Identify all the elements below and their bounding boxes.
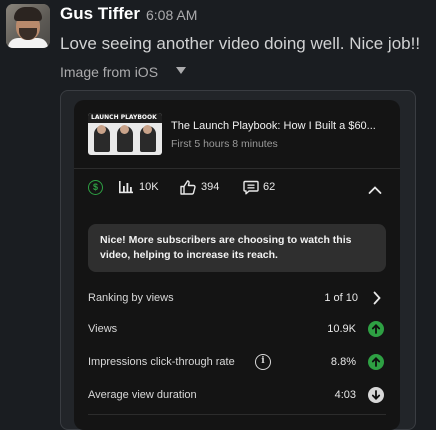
- performance-notice: Nice! More subscribers are choosing to w…: [88, 224, 386, 272]
- arrow-up-icon: [368, 321, 384, 337]
- attachment-label[interactable]: Image from iOS: [60, 64, 158, 80]
- chevron-right-icon[interactable]: [372, 291, 382, 310]
- avatar[interactable]: [6, 4, 50, 48]
- username[interactable]: Gus Tiffer: [60, 4, 140, 24]
- metric-row-duration: Average view duration 4:03: [88, 387, 386, 407]
- metric-label: Average view duration: [88, 389, 197, 401]
- arrow-down-icon: [368, 387, 384, 403]
- likes-count: 394: [201, 181, 220, 193]
- divider: [74, 168, 400, 169]
- metric-value: 8.8%: [330, 356, 356, 368]
- metric-value: 10.9K: [327, 323, 356, 335]
- chevron-up-icon[interactable]: [368, 182, 382, 200]
- metric-label: Impressions click-through rate: [88, 356, 235, 368]
- comments-count: 62: [263, 181, 276, 193]
- divider: [88, 414, 386, 415]
- message-item: Gus Tiffer 6:08 AM Love seeing another v…: [0, 0, 436, 430]
- stats-row: $ 10K 394 62: [88, 178, 388, 198]
- video-subtitle: First 5 hours 8 minutes: [171, 138, 278, 150]
- metric-value: 1 of 10: [324, 292, 358, 304]
- notice-text: Nice! More subscribers are choosing to w…: [100, 234, 352, 261]
- views-count: 10K: [139, 181, 159, 193]
- video-title: The Launch Playbook: How I Built a $60..…: [171, 120, 376, 132]
- caret-down-icon[interactable]: [176, 67, 186, 74]
- metric-row-ranking[interactable]: Ranking by views 1 of 10: [88, 290, 386, 310]
- thumbs-up-icon: [180, 180, 196, 200]
- metric-row-views: Views 10.9K: [88, 321, 386, 341]
- dollar-icon: $: [88, 180, 103, 195]
- comment-icon: [243, 180, 259, 200]
- timestamp[interactable]: 6:08 AM: [146, 7, 197, 23]
- metric-row-ctr: Impressions click-through rate i 8.8%: [88, 354, 386, 374]
- metric-label: Views: [88, 323, 118, 335]
- video-thumbnail: LAUNCH PLAYBOOK: [88, 113, 162, 155]
- bar-chart-icon: [118, 180, 134, 199]
- metric-value: 4:03: [334, 389, 356, 401]
- message-text: Love seeing another video doing well. Ni…: [60, 34, 421, 53]
- metric-label: Ranking by views: [88, 292, 174, 304]
- arrow-up-icon: [368, 354, 384, 370]
- thumbnail-banner: LAUNCH PLAYBOOK: [91, 114, 157, 121]
- info-icon[interactable]: i: [255, 354, 271, 370]
